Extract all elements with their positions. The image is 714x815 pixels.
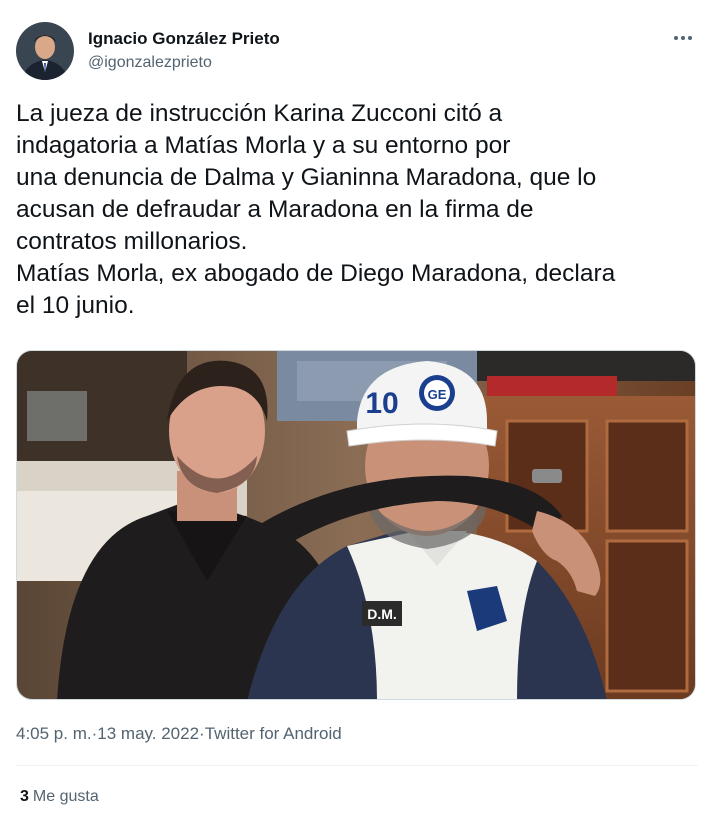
tweet-text: La jueza de instrucción Karina Zucconi c… bbox=[16, 100, 616, 319]
tweet-card: Ignacio González Prieto @igonzalezprieto… bbox=[0, 0, 714, 815]
avatar[interactable] bbox=[16, 22, 74, 80]
more-options-button[interactable] bbox=[668, 28, 698, 48]
author-block: Ignacio González Prieto @igonzalezprieto bbox=[88, 28, 280, 74]
likes-label: Me gusta bbox=[32, 788, 99, 805]
author-display-name[interactable]: Ignacio González Prieto bbox=[88, 28, 280, 50]
more-dots-icon bbox=[674, 36, 692, 40]
tweet-source[interactable]: Twitter for Android bbox=[205, 722, 342, 746]
tweet-date[interactable]: 13 may. 2022 bbox=[97, 722, 199, 746]
divider bbox=[16, 765, 698, 766]
photo-shirt-text: D.M. bbox=[367, 606, 397, 622]
tweet-header: Ignacio González Prieto @igonzalezprieto bbox=[16, 22, 698, 82]
avatar-photo-icon bbox=[16, 22, 74, 80]
photo-cap-text: 10 bbox=[365, 387, 398, 420]
author-handle[interactable]: @igonzalezprieto bbox=[88, 52, 280, 74]
tweet-photo[interactable]: D.M. 10 GE bbox=[16, 350, 696, 700]
photo-cap-badge: GE bbox=[428, 387, 447, 402]
likes-count: 3 bbox=[20, 788, 29, 805]
likes-stat[interactable]: 3 Me gusta bbox=[20, 786, 99, 808]
photo-image: D.M. 10 GE bbox=[17, 351, 695, 699]
tweet-meta: 4:05 p. m. · 13 may. 2022 · Twitter for … bbox=[16, 722, 342, 746]
tweet-time[interactable]: 4:05 p. m. bbox=[16, 722, 92, 746]
